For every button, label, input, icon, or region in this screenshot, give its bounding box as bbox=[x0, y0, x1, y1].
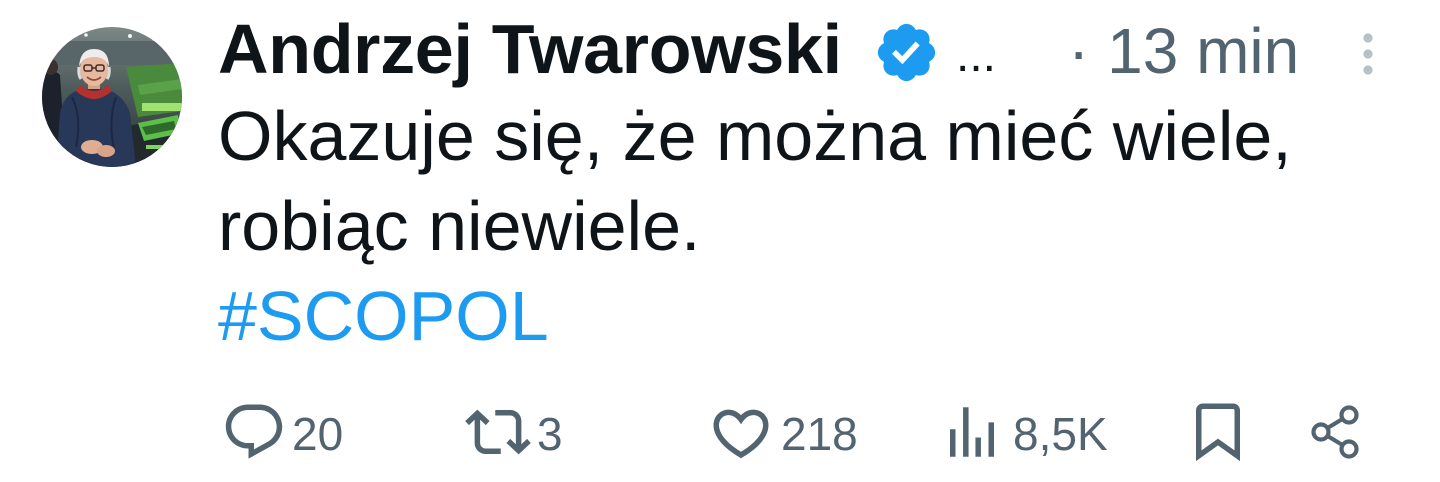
tweet-card[interactable]: Andrzej Twarowski ... · 13 min Okazuje s… bbox=[0, 0, 1440, 482]
bookmark-icon[interactable] bbox=[1185, 398, 1251, 464]
hashtag-link[interactable]: #SCOPOL bbox=[218, 271, 1292, 361]
heart-icon[interactable] bbox=[708, 400, 774, 466]
author-name[interactable]: Andrzej Twarowski bbox=[218, 14, 842, 84]
tweet-text-line: Okazuje się, że można mieć wiele, bbox=[218, 97, 1292, 175]
verified-badge-icon[interactable] bbox=[873, 19, 940, 86]
timestamp-label: 13 min bbox=[1107, 15, 1300, 87]
views-count[interactable]: 8,5K bbox=[1013, 411, 1108, 457]
reply-count[interactable]: 20 bbox=[292, 411, 343, 457]
more-options-button[interactable] bbox=[1356, 30, 1380, 82]
reply-icon[interactable] bbox=[221, 399, 287, 465]
share-icon[interactable] bbox=[1305, 402, 1365, 462]
avatar[interactable] bbox=[42, 27, 182, 167]
tweet-text-line: robiąc niewiele. bbox=[218, 187, 701, 265]
views-icon[interactable] bbox=[939, 399, 1005, 465]
tweet-text: Okazuje się, że można mieć wiele, robiąc… bbox=[218, 91, 1292, 361]
avatar-photo bbox=[42, 27, 182, 167]
separator-dot: · bbox=[1068, 15, 1090, 87]
author-handle[interactable]: ... bbox=[956, 32, 996, 80]
like-count[interactable]: 218 bbox=[781, 411, 858, 457]
tweet-timestamp[interactable]: · 13 min bbox=[1068, 19, 1299, 83]
more-vertical-icon bbox=[1363, 33, 1373, 75]
repost-count[interactable]: 3 bbox=[537, 411, 563, 457]
repost-icon[interactable] bbox=[465, 399, 531, 465]
